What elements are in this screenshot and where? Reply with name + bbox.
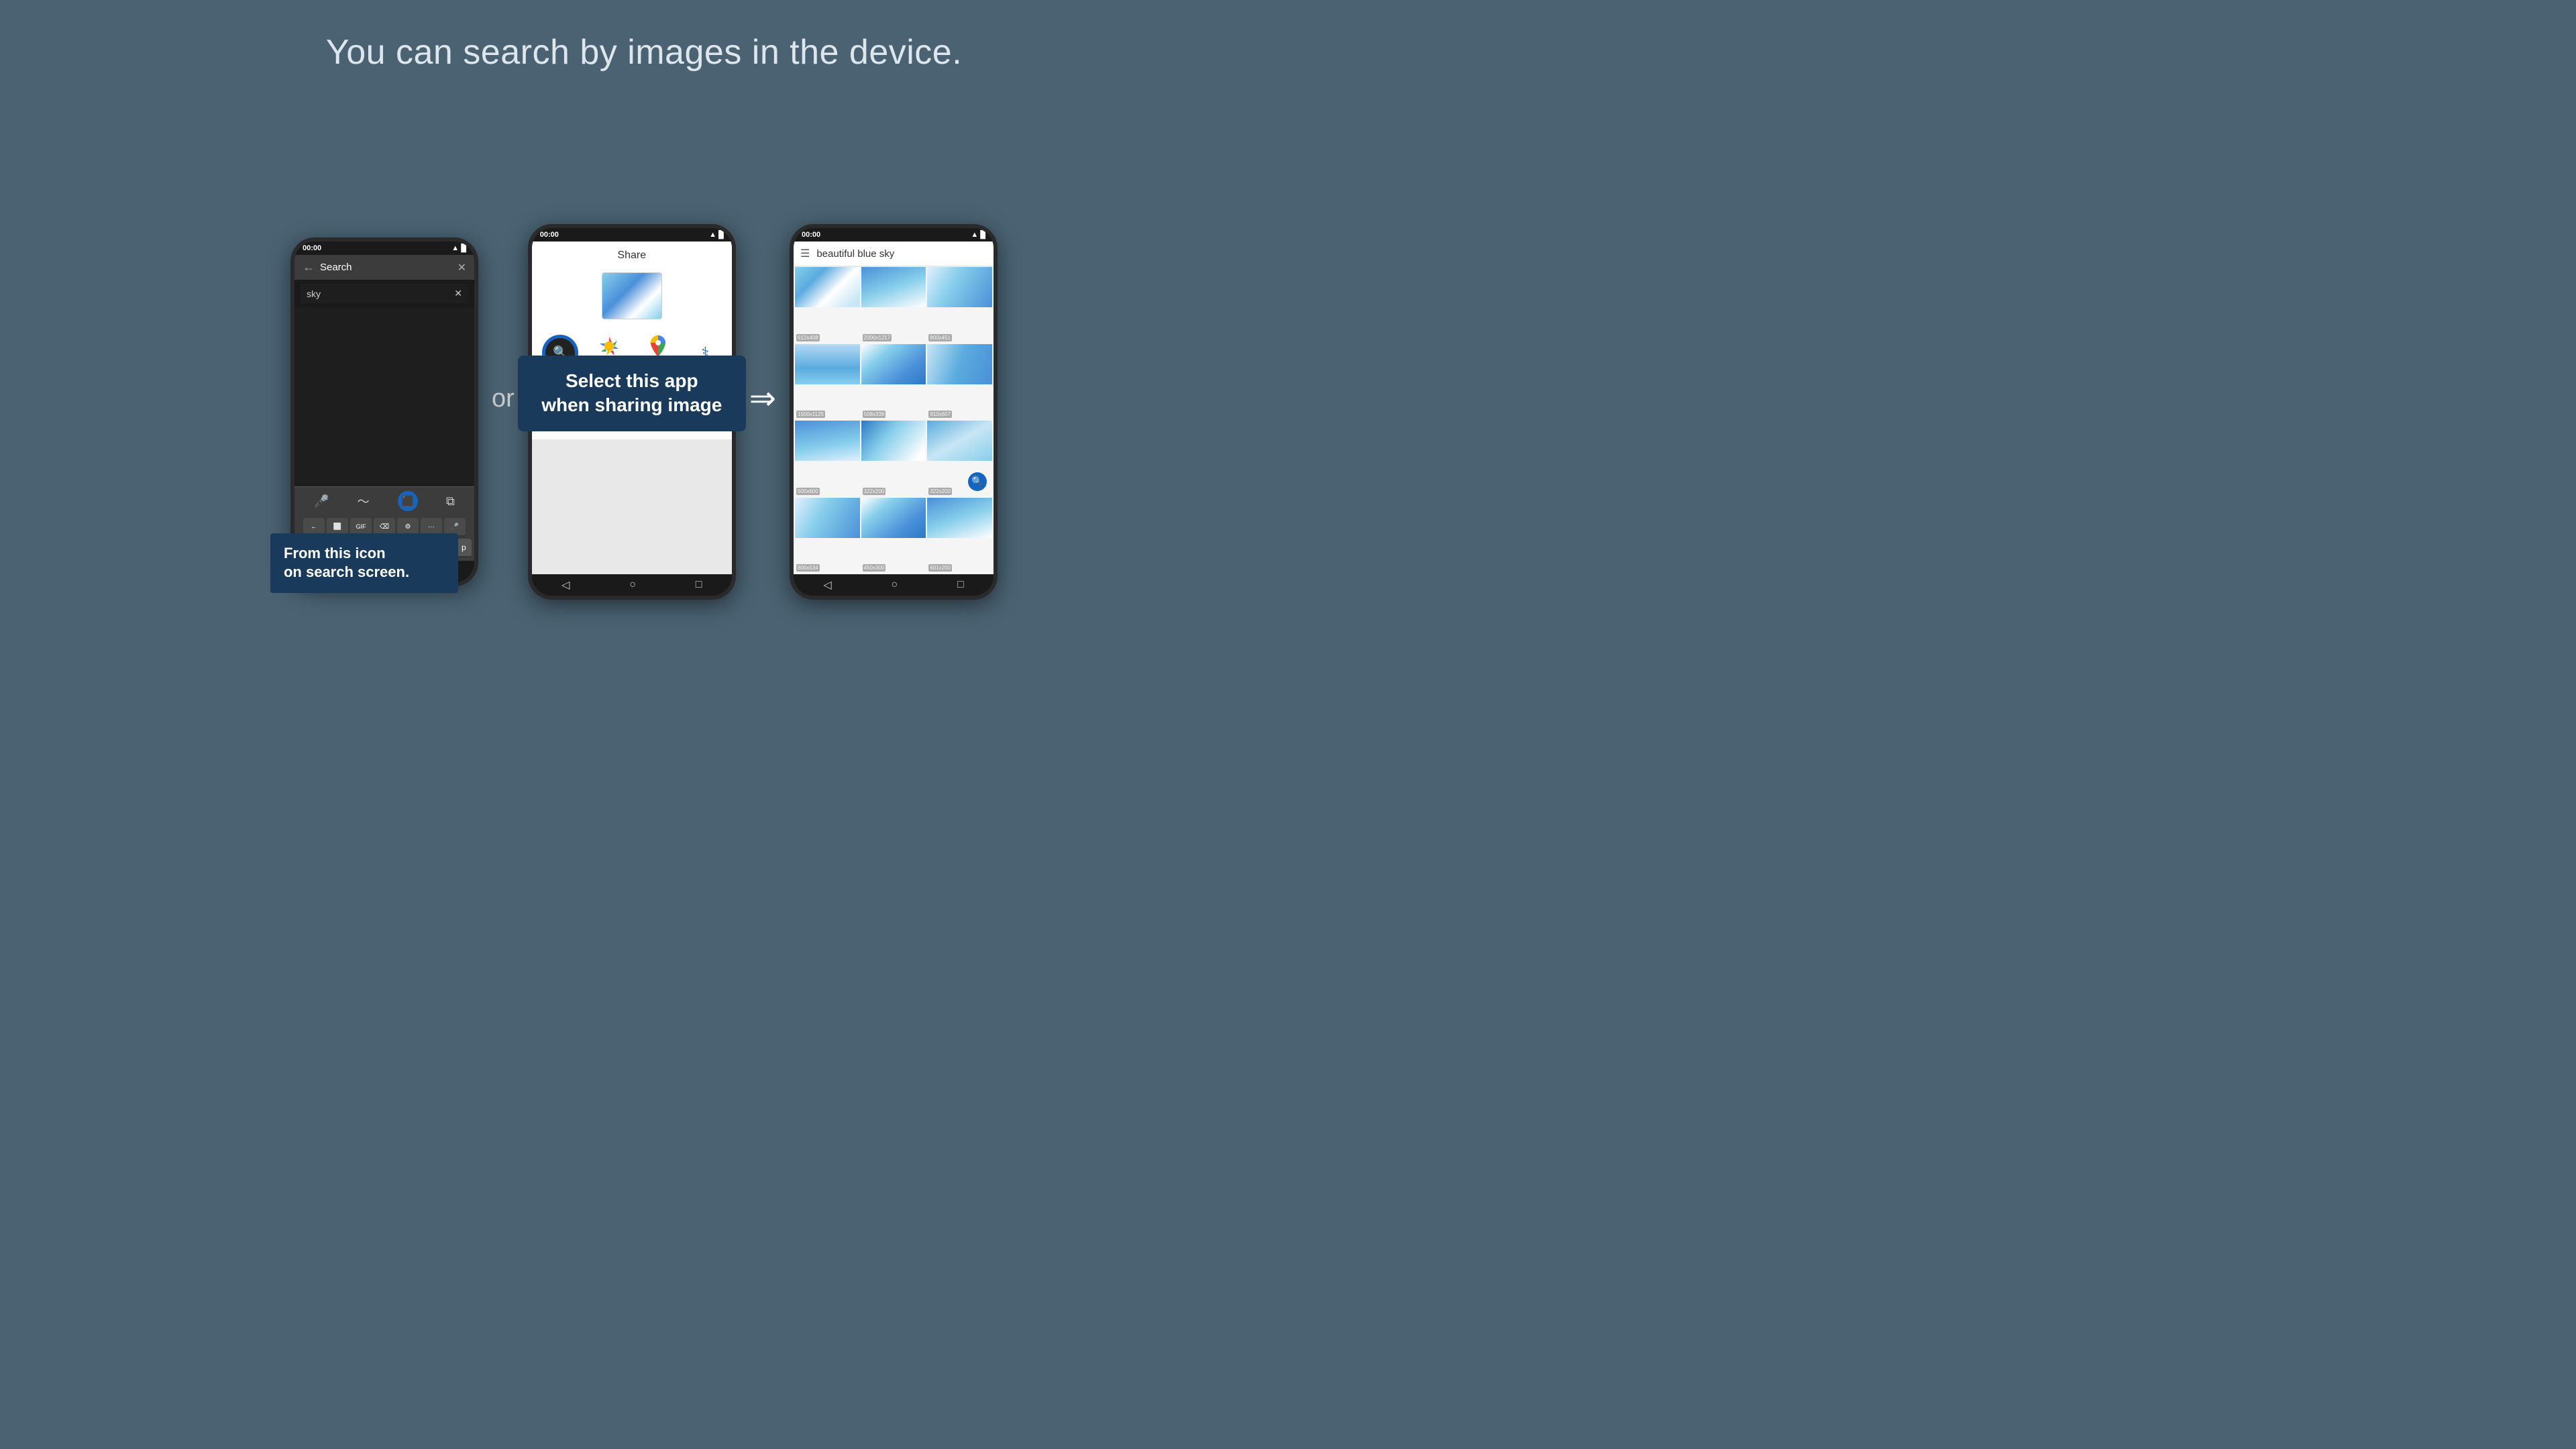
phone3: 00:00 ▲ █ ☰ beautiful blue sky 612x408 [790,224,998,600]
phone1-status-icons: ▲ █ [451,244,466,252]
img-label-11: 450x300 [863,564,886,572]
mic-icon[interactable]: 🎤 [314,494,329,508]
grid-cell-10[interactable]: 800x534 [795,498,860,574]
grid-cell-5[interactable]: 508x339 [861,344,926,420]
phone1-tooltip-text: From this iconon search screen. [284,545,409,581]
phone2-tooltip-text: Select this appwhen sharing image [541,370,722,415]
phone3-time: 00:00 [802,231,820,239]
grid-cell-12[interactable]: 601x200 [927,498,992,574]
maps-svg [646,334,670,358]
img-label-1: 612x408 [796,334,820,341]
phone2-wrapper: 00:00 ▲ █ Share 🔍 [528,224,736,600]
phone3-nav-recents[interactable]: □ [957,579,964,591]
phone3-nav-home[interactable]: ○ [891,579,898,591]
wifi-icon2: ▲ [709,231,716,239]
results-toolbar: ☰ beautiful blue sky [794,241,994,266]
grid-cell-6[interactable]: 910x607 [927,344,992,420]
img-label-9: 322x200 [928,488,952,495]
sky-img-7 [795,421,860,461]
share-sky-thumbnail [602,272,662,319]
img-label-8: 322x200 [863,488,886,495]
signal-icon2: █ [718,231,724,239]
phone3-content: ☰ beautiful blue sky 612x408 2000x1217 [794,241,994,574]
arrow-connector: ⇒ [749,380,776,417]
phone2-nav-bar: ◁ ○ □ [532,574,732,596]
wifi-icon3: ▲ [971,231,978,239]
search-label: Search [320,262,452,273]
phone2-nav-back[interactable]: ◁ [561,578,570,592]
phone3-nav-back[interactable]: ◁ [823,578,831,592]
phones-row: 00:00 ▲ █ ← Search ✕ sky ✕ 🎤 [0,99,1288,724]
sky-img-4 [795,344,860,384]
phone1-tooltip: From this iconon search screen. [270,533,458,593]
phone2-nav-recents[interactable]: □ [696,579,702,591]
sky-img-2 [861,267,926,307]
image-grid: 612x408 2000x1217 800x451 1500x1125 [794,266,994,574]
sky-img-12 [927,498,992,538]
key-p[interactable]: p [456,539,472,557]
search-value: sky [307,288,321,299]
grid-cell-9[interactable]: 322x200 🔍 [927,421,992,496]
search-fab-button[interactable]: 🔍 [968,472,987,491]
img-label-5: 508x339 [863,411,886,418]
img-label-6: 910x607 [928,411,952,418]
hamburger-icon[interactable]: ☰ [800,247,810,260]
grid-cell-3[interactable]: 800x451 [927,267,992,343]
sky-img-1 [795,267,860,307]
sky-img-6 [927,344,992,384]
phone2-bottom-area [532,439,732,574]
sky-img-5 [861,344,926,384]
or-connector: or [492,384,515,413]
back-icon[interactable]: ← [303,260,315,274]
phone1-wrapper: 00:00 ▲ █ ← Search ✕ sky ✕ 🎤 [290,237,478,586]
sky-img-10 [795,498,860,538]
phone2-status-icons: ▲ █ [709,231,724,239]
sky-img-9 [927,421,992,461]
img-label-10: 800x534 [796,564,820,572]
img-label-7: 600x600 [796,488,820,495]
photos-svg [597,334,621,358]
copy-icon[interactable]: ⧉ [446,494,455,508]
results-title: beautiful blue sky [816,248,987,260]
trend-icon[interactable]: 〜 [358,492,370,510]
phone2-time: 00:00 [540,231,559,239]
phone3-status-bar: 00:00 ▲ █ [794,228,994,241]
grid-cell-4[interactable]: 1500x1125 [795,344,860,420]
img-label-4: 1500x1125 [796,411,825,418]
phone3-nav-bar: ◁ ○ □ [794,574,994,596]
search-text-field[interactable]: sky ✕ [300,284,469,303]
grid-cell-8[interactable]: 322x200 [861,421,926,496]
phone1-time: 00:00 [303,244,321,252]
grid-cell-11[interactable]: 450x300 [861,498,926,574]
share-header: Share [532,241,732,267]
phone1-status-bar: 00:00 ▲ █ [294,241,474,255]
img-label-3: 800x451 [928,334,952,341]
grid-cell-2[interactable]: 2000x1217 [861,267,926,343]
img-label-2: 2000x1217 [863,334,892,341]
img-label-12: 601x200 [928,564,952,572]
maps-icon [646,334,670,358]
search-close-icon[interactable]: ✕ [458,261,466,274]
phone2-tooltip: Select this appwhen sharing image [518,356,746,431]
search-results-area [294,307,474,486]
keyboard-toolbar: 🎤 〜 ⬛ ⧉ [294,486,474,515]
headline: You can search by images in the device. [326,32,962,72]
search-bar[interactable]: ← Search ✕ [294,255,474,280]
sky-img-11 [861,498,926,538]
sky-img-8 [861,421,926,461]
image-search-toolbar-icon[interactable]: ⬛ [398,491,418,511]
clear-icon[interactable]: ✕ [454,288,462,299]
phone3-status-icons: ▲ █ [971,231,985,239]
signal-icon3: █ [980,231,985,239]
phone2-nav-home[interactable]: ○ [629,579,636,591]
phone2-status-bar: 00:00 ▲ █ [532,228,732,241]
share-image-preview [532,267,732,325]
grid-cell-7[interactable]: 600x600 [795,421,860,496]
wifi-icon: ▲ [451,244,459,252]
signal-icon: █ [461,244,466,252]
phone3-wrapper: 00:00 ▲ █ ☰ beautiful blue sky 612x408 [790,224,998,600]
sky-img-3 [927,267,992,307]
grid-cell-1[interactable]: 612x408 [795,267,860,343]
